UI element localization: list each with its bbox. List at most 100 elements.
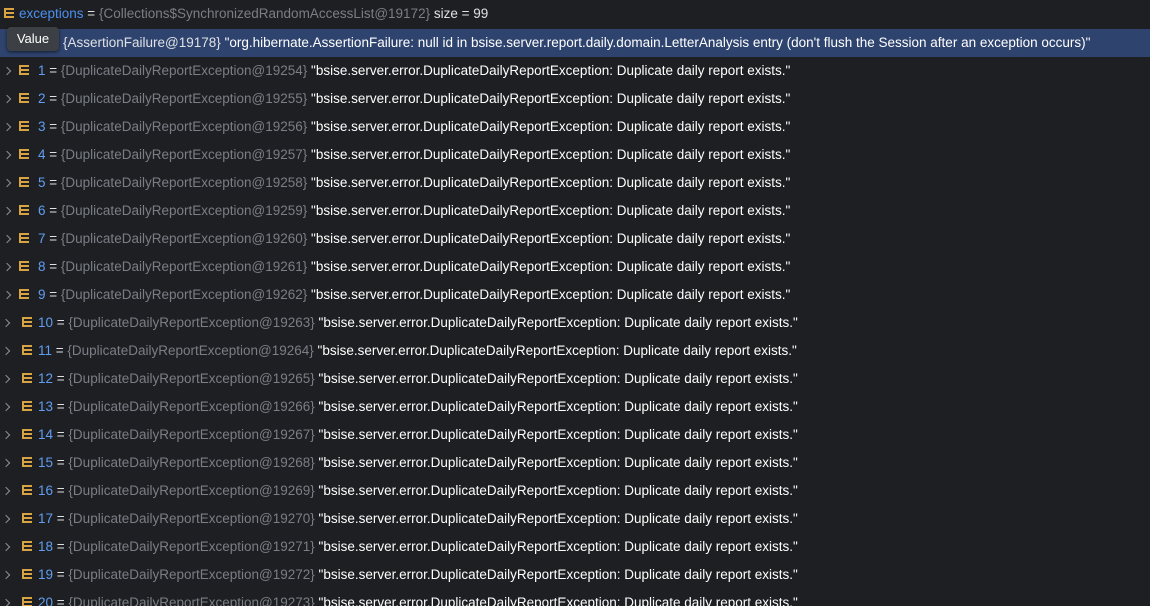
object-reference: {DuplicateDailyReportException@19262} — [60, 287, 308, 302]
equals-sign: = — [53, 371, 69, 386]
item-index: 16 — [38, 483, 54, 498]
row-text: 8 = {DuplicateDailyReportException@19261… — [38, 253, 790, 281]
field-icon — [22, 569, 32, 581]
field-icon — [22, 401, 32, 413]
row-text: 20 = {DuplicateDailyReportException@1927… — [38, 589, 798, 606]
exception-message: "bsise.server.error.DuplicateDailyReport… — [311, 147, 791, 162]
equals-sign: = — [52, 343, 68, 358]
object-reference: {AssertionFailure@19178} — [63, 35, 221, 50]
row-text: 9 = {DuplicateDailyReportException@19262… — [38, 281, 790, 309]
object-reference: {DuplicateDailyReportException@19266} — [68, 399, 315, 414]
exception-message: "bsise.server.error.DuplicateDailyReport… — [311, 119, 791, 134]
chevron-right-icon[interactable] — [3, 169, 13, 197]
equals-sign: = — [45, 119, 61, 134]
equals-sign: = — [53, 315, 69, 330]
equals-sign: = — [53, 595, 69, 606]
equals-sign: = — [53, 511, 69, 526]
chevron-right-icon[interactable] — [2, 561, 12, 589]
tree-row[interactable]: 1 = {DuplicateDailyReportException@19254… — [0, 57, 1150, 85]
tree-row[interactable]: 12 = {DuplicateDailyReportException@1926… — [0, 365, 1150, 393]
exception-message: "bsise.server.error.DuplicateDailyReport… — [318, 455, 798, 470]
chevron-right-icon[interactable] — [2, 337, 12, 365]
tree-row[interactable]: 11 = {DuplicateDailyReportException@1926… — [0, 337, 1150, 365]
variable-name: exceptions — [19, 6, 84, 21]
chevron-right-icon[interactable] — [2, 533, 12, 561]
field-icon — [22, 317, 32, 329]
object-reference: {DuplicateDailyReportException@19264} — [67, 343, 314, 358]
row-text: 12 = {DuplicateDailyReportException@1926… — [38, 365, 798, 393]
tree-row[interactable]: 14 = {DuplicateDailyReportException@1926… — [0, 421, 1150, 449]
tree-row[interactable]: 2 = {DuplicateDailyReportException@19255… — [0, 85, 1150, 113]
object-reference: {DuplicateDailyReportException@19261} — [60, 259, 308, 274]
field-icon — [22, 513, 32, 525]
field-icon — [22, 373, 32, 385]
exception-message: "bsise.server.error.DuplicateDailyReport… — [311, 287, 791, 302]
chevron-right-icon[interactable] — [2, 365, 12, 393]
chevron-right-icon[interactable] — [3, 281, 13, 309]
row-text: 6 = {DuplicateDailyReportException@19259… — [38, 197, 790, 225]
exception-message: "bsise.server.error.DuplicateDailyReport… — [317, 343, 797, 358]
chevron-right-icon[interactable] — [3, 253, 13, 281]
item-index: 10 — [38, 315, 54, 330]
tree-row[interactable]: 19 = {DuplicateDailyReportException@1927… — [0, 561, 1150, 589]
object-reference: {DuplicateDailyReportException@19268} — [68, 455, 315, 470]
equals-sign: = — [53, 539, 69, 554]
tree-row-exceptions[interactable]: exceptions = {Collections$SynchronizedRa… — [0, 0, 1150, 28]
object-reference: {DuplicateDailyReportException@19263} — [68, 315, 315, 330]
object-reference: {DuplicateDailyReportException@19256} — [60, 119, 308, 134]
tree-row[interactable]: 10 = {DuplicateDailyReportException@1926… — [0, 309, 1150, 337]
chevron-right-icon[interactable] — [3, 85, 13, 113]
exception-message: "bsise.server.error.DuplicateDailyReport… — [311, 259, 791, 274]
chevron-right-icon[interactable] — [3, 113, 13, 141]
tree-row[interactable]: 3 = {DuplicateDailyReportException@19256… — [0, 113, 1150, 141]
chevron-right-icon[interactable] — [2, 477, 12, 505]
chevron-right-icon[interactable] — [2, 589, 12, 606]
tree-row[interactable]: 13 = {DuplicateDailyReportException@1926… — [0, 393, 1150, 421]
equals-sign: = — [53, 399, 69, 414]
exception-message: "bsise.server.error.DuplicateDailyReport… — [318, 483, 798, 498]
tree-row[interactable]: 15 = {DuplicateDailyReportException@1926… — [0, 449, 1150, 477]
object-reference: {DuplicateDailyReportException@19258} — [60, 175, 308, 190]
exception-message: "bsise.server.error.DuplicateDailyReport… — [311, 91, 791, 106]
chevron-right-icon[interactable] — [3, 141, 13, 169]
tree-row[interactable]: 9 = {DuplicateDailyReportException@19262… — [0, 281, 1150, 309]
field-icon — [19, 205, 29, 217]
tree-row[interactable]: 6 = {DuplicateDailyReportException@19259… — [0, 197, 1150, 225]
equals-sign: = — [45, 259, 61, 274]
field-icon — [22, 597, 32, 606]
chevron-right-icon[interactable] — [2, 393, 12, 421]
object-reference: {DuplicateDailyReportException@19257} — [60, 147, 308, 162]
object-reference: {DuplicateDailyReportException@19254} — [60, 63, 308, 78]
object-reference: {DuplicateDailyReportException@19265} — [68, 371, 315, 386]
tree-row[interactable]: 18 = {DuplicateDailyReportException@1927… — [0, 533, 1150, 561]
object-reference: {DuplicateDailyReportException@19272} — [68, 567, 315, 582]
tree-row-0-selected[interactable]: {AssertionFailure@19178} "org.hibernate.… — [0, 29, 1150, 57]
object-reference: {DuplicateDailyReportException@19271} — [68, 539, 315, 554]
exception-message: "bsise.server.error.DuplicateDailyReport… — [318, 511, 798, 526]
tree-row[interactable]: 7 = {DuplicateDailyReportException@19260… — [0, 225, 1150, 253]
exception-message: "bsise.server.error.DuplicateDailyReport… — [318, 315, 798, 330]
tree-row[interactable]: 5 = {DuplicateDailyReportException@19258… — [0, 169, 1150, 197]
row-text: 18 = {DuplicateDailyReportException@1927… — [38, 533, 798, 561]
chevron-right-icon[interactable] — [2, 421, 12, 449]
equals-sign: = — [83, 6, 99, 21]
tree-row[interactable]: 4 = {DuplicateDailyReportException@19257… — [0, 141, 1150, 169]
object-reference: {DuplicateDailyReportException@19260} — [60, 231, 308, 246]
chevron-right-icon[interactable] — [2, 505, 12, 533]
chevron-right-icon[interactable] — [2, 309, 12, 337]
chevron-right-icon[interactable] — [3, 197, 13, 225]
tree-row[interactable]: 16 = {DuplicateDailyReportException@1926… — [0, 477, 1150, 505]
item-index: 8 — [38, 259, 46, 274]
chevron-right-icon[interactable] — [3, 57, 13, 85]
chevron-right-icon[interactable] — [2, 449, 12, 477]
tree-row[interactable]: 17 = {DuplicateDailyReportException@1927… — [0, 505, 1150, 533]
row-text: 15 = {DuplicateDailyReportException@1926… — [38, 449, 798, 477]
equals-sign: = — [45, 175, 61, 190]
field-icon — [19, 289, 29, 301]
chevron-right-icon[interactable] — [3, 225, 13, 253]
item-index: 14 — [38, 427, 54, 442]
object-reference: {DuplicateDailyReportException@19259} — [60, 203, 308, 218]
tree-row[interactable]: 8 = {DuplicateDailyReportException@19261… — [0, 253, 1150, 281]
item-index: 18 — [38, 539, 54, 554]
tree-row[interactable]: 20 = {DuplicateDailyReportException@1927… — [0, 589, 1150, 606]
